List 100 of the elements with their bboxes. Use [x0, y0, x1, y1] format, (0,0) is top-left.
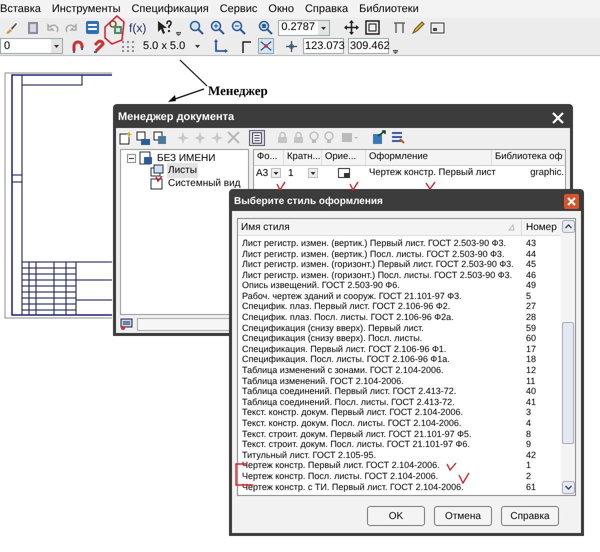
scroll-up-icon[interactable]: [562, 220, 574, 233]
grid-icon[interactable]: [121, 39, 135, 53]
column-header[interactable]: Орие...: [322, 150, 366, 165]
column-header[interactable]: Имя стиля: [238, 220, 508, 234]
list-item[interactable]: Таблица соединений. Посл. листы. ГОСТ 2.413-72.: [238, 396, 521, 408]
check-mark: [458, 472, 470, 484]
check-mark: [349, 181, 359, 191]
ortho-icon[interactable]: [240, 38, 254, 54]
list-item[interactable]: Чертеж констр. Первый лист. ГОСТ 2.104-2006.: [238, 460, 521, 472]
list-item[interactable]: Спецификация (снизу вверх). Первый лист.: [238, 322, 521, 334]
list-item[interactable]: Лист регистр. измен. (горизонт.) Посл. листы. ГОСТ 2.503-90 Ф3.: [238, 270, 521, 280]
list-item[interactable]: Текст. строит. докум. Посл. листы. ГОСТ 21.101-97 Ф6.: [238, 439, 521, 450]
dialog-title: Выберите стиль оформления: [234, 195, 384, 209]
list-item[interactable]: Текст. констр. докум. Посл. листы. ГОСТ 2.104-2006.: [238, 418, 521, 429]
tree-item[interactable]: Системный вид: [167, 176, 242, 191]
function-button[interactable]: f(x): [129, 18, 146, 36]
list-item[interactable]: Специфик. плаз. Посл. листы. ГОСТ 2.106-96 Ф2а.: [238, 312, 521, 323]
grid-step-field[interactable]: 5.0 x 5.0: [141, 38, 203, 54]
list-item[interactable]: Спецификация (снизу вверх). Посл. листы.: [238, 333, 521, 344]
view-icon[interactable]: [150, 176, 164, 190]
list-item[interactable]: Лист регистр. измен. (вертик.) Первый лист. ГОСТ 2.503-90 Ф3.: [238, 238, 521, 249]
list-item[interactable]: Таблица изменений с зонами. ГОСТ 2.104-2006.: [238, 365, 521, 376]
menu-item[interactable]: Сервис: [220, 0, 258, 18]
column-header[interactable]: Оформление: [366, 150, 492, 165]
magnet-icon[interactable]: [71, 38, 86, 54]
coordinates-icon[interactable]: [284, 38, 299, 54]
list-item[interactable]: Чертеж констр. Посл. листы. ГОСТ 2.104-2006.: [238, 470, 521, 482]
close-button-icon[interactable]: [564, 194, 579, 209]
menu-item[interactable]: Инструменты: [52, 0, 120, 18]
import-icon[interactable]: [390, 130, 405, 145]
tree-view-icon[interactable]: [108, 20, 123, 35]
list-item[interactable]: Лист регистр. измен. (горизонт.) Первый лист. ГОСТ 2.503-90 Ф3.: [238, 259, 521, 270]
pan-icon[interactable]: [344, 20, 360, 35]
zoom-window-icon[interactable]: [258, 20, 274, 35]
zoom-field[interactable]: 0.2787: [278, 20, 330, 36]
list-item[interactable]: Спецификация. Посл. листы. ГОСТ 2.106-96 Ф1а.: [238, 354, 521, 366]
manager-icon[interactable]: [85, 20, 100, 35]
x-coordinate-field[interactable]: 123.073: [303, 38, 344, 54]
tree-item[interactable]: БЕЗ ИМЕНИ: [156, 150, 216, 166]
scroll-down-icon[interactable]: [562, 481, 574, 494]
dialog-button[interactable]: OK: [367, 506, 425, 526]
list-item[interactable]: Таблица изменений. ГОСТ 2.104-2006.: [238, 376, 521, 386]
new-sheet-icon[interactable]: [119, 130, 133, 144]
dialog-button[interactable]: Отмена: [434, 506, 492, 526]
list-item-number: 18: [525, 354, 538, 366]
export-icon[interactable]: [372, 130, 387, 145]
dimension-icon[interactable]: [392, 20, 408, 35]
help-cursor-icon[interactable]: [156, 20, 172, 35]
menu-item[interactable]: Вставка: [0, 0, 41, 18]
layer-field[interactable]: 0: [0, 38, 63, 54]
orientation-icon[interactable]: [338, 168, 350, 178]
list-item[interactable]: Текст. строит. докум. Первый лист. ГОСТ 21.101-97 Ф5.: [238, 428, 521, 440]
sheet-style-icon[interactable]: [153, 130, 167, 144]
window-title: Менеджер документа: [118, 110, 236, 126]
check-mark: [276, 181, 286, 191]
list-item-number: 42: [525, 450, 538, 461]
zoom-icon[interactable]: [189, 20, 204, 35]
menu-item[interactable]: Окно: [268, 0, 294, 18]
y-coordinate-field[interactable]: 309.462: [348, 38, 389, 54]
column-header[interactable]: Библиотека оф: [492, 150, 565, 165]
bulb-icon: [323, 131, 335, 144]
sheet-icon[interactable]: [26, 20, 40, 34]
menu-item[interactable]: Спецификация: [131, 0, 209, 18]
magnet-icon[interactable]: [92, 38, 107, 54]
list-item-number: 40: [525, 386, 538, 398]
list-item-number: 2: [525, 470, 532, 482]
list-item[interactable]: Лист регистр. измен. (вертик.) Посл. листы. ГОСТ 2.503-90 Ф3.: [238, 248, 521, 260]
panel-icon[interactable]: [430, 20, 446, 35]
menu-item[interactable]: Библиотеки: [359, 0, 419, 18]
scroll-thumb[interactable]: [562, 322, 574, 444]
list-item[interactable]: Спецификация. Первый лист. ГОСТ 2.106-96 Ф1.: [238, 344, 521, 355]
close-icon[interactable]: [552, 112, 564, 124]
list-item[interactable]: Специфик. плаз. Первый лист. ГОСТ 2.106-96 Ф2.: [238, 301, 521, 312]
view-status-icon[interactable]: [120, 317, 134, 331]
list-item[interactable]: Рабоч. чертеж зданий и сооруж. ГОСТ 21.101-97 Ф3.: [238, 290, 521, 302]
sheets-icon[interactable]: [150, 164, 164, 178]
column-header[interactable]: Кратн...: [284, 150, 322, 165]
snap-icon[interactable]: [258, 38, 274, 54]
zoom-in-icon[interactable]: [210, 20, 226, 35]
list-item[interactable]: Текст. констр. докум. Первый лист. ГОСТ 2.104-2006.: [238, 407, 521, 418]
list-view-icon[interactable]: [249, 130, 265, 146]
table-cell-text: А3: [256, 166, 268, 180]
list-item[interactable]: Титульный лист. ГОСТ 2.105-95.: [238, 450, 521, 461]
menu-item[interactable]: Справка: [304, 0, 348, 18]
tree-item[interactable]: Листы: [167, 163, 198, 178]
column-header[interactable]: Фо...: [254, 150, 284, 165]
list-item-number: 11: [525, 376, 536, 386]
document-icon[interactable]: [139, 151, 153, 166]
brush-icon[interactable]: [4, 20, 18, 34]
list-item[interactable]: Опись извещений. ГОСТ 2.503-90 Ф6.: [238, 280, 521, 292]
dialog-button[interactable]: Справка: [501, 506, 559, 526]
fit-frame-icon[interactable]: [365, 20, 380, 35]
list-item[interactable]: Таблица соединений. Первый лист. ГОСТ 2.413-72.: [238, 386, 521, 398]
sheet-format-icon[interactable]: [136, 130, 150, 144]
scrollbar[interactable]: [561, 219, 575, 495]
collapse-icon[interactable]: [127, 154, 136, 163]
pencil-icon[interactable]: [411, 20, 426, 35]
star-icon: [210, 130, 224, 144]
zoom-out-icon[interactable]: [231, 20, 246, 35]
axes-icon[interactable]: [213, 38, 228, 54]
